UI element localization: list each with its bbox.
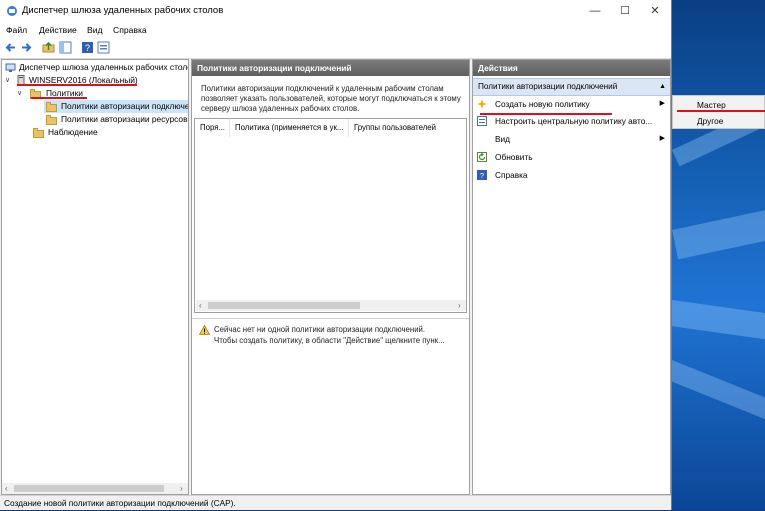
central-policy-icon (477, 116, 487, 126)
minimize-button[interactable]: — (580, 0, 610, 22)
show-hide-tree-icon[interactable] (59, 41, 72, 54)
submenu-arrow-icon: ▶ (659, 100, 665, 107)
action-label: Настроить центральную политику авто... (495, 116, 653, 126)
annotation-underline (31, 97, 87, 99)
results-header: Политики авторизации подключений (192, 60, 469, 76)
action-configure-central-policy[interactable]: Настроить центральную политику авто... (477, 113, 669, 129)
submenu-arrow-icon: ▶ (659, 135, 665, 142)
close-button[interactable]: ✕ (640, 0, 670, 22)
action-help[interactable]: ? Справка (477, 167, 669, 183)
folder-icon (33, 128, 44, 138)
warning-line-2: Чтобы создать политику, в области "Дейст… (214, 335, 445, 345)
tree-root-label: Диспетчер шлюза удаленных рабочих столов (19, 62, 189, 72)
column-user-groups[interactable]: Группы пользователей (349, 119, 467, 137)
action-label: Справка (495, 170, 528, 180)
menu-file[interactable]: Файл (6, 25, 27, 35)
new-policy-icon (477, 99, 487, 109)
properties-icon[interactable] (97, 41, 110, 54)
scroll-thumb[interactable] (208, 302, 360, 309)
warning-icon (199, 325, 210, 335)
gateway-app-icon (7, 6, 17, 16)
policy-list[interactable]: Поря... Политика (применяется в ук... Гр… (194, 118, 467, 313)
help-icon[interactable]: ? (81, 41, 94, 54)
tree-monitoring-label: Наблюдение (48, 127, 98, 137)
expand-arrow-icon[interactable]: ∨ (17, 87, 22, 100)
scroll-right-icon[interactable]: › (458, 300, 461, 311)
action-label: Обновить (495, 152, 533, 162)
up-folder-icon[interactable] (42, 41, 55, 54)
gateway-manager-window: Диспетчер шлюза удаленных рабочих столов… (0, 0, 672, 510)
actions-pane: Действия Политики авторизации подключени… (472, 59, 671, 495)
scroll-left-icon[interactable]: ‹ (5, 483, 8, 494)
action-label: Создать новую политику (495, 99, 590, 109)
create-policy-submenu: Мастер Другое (672, 95, 765, 129)
submenu-item-other[interactable]: Другое (673, 113, 765, 129)
annotation-underline (677, 110, 765, 112)
warning-text: Сейчас нет ни одной политики авторизации… (214, 325, 445, 346)
menu-view[interactable]: Вид (87, 25, 103, 35)
tree-rap-label: Политики авторизации ресурсов (61, 114, 188, 124)
actions-section-label: Политики авторизации подключений (478, 82, 618, 91)
tree-cap-label: Политики авторизации подключений (61, 101, 189, 111)
title-bar: Диспетчер шлюза удаленных рабочих столов… (0, 0, 671, 22)
status-bar: Создание новой политики авторизации подк… (0, 495, 671, 510)
menu-bar: Файл Действие Вид Справка (0, 22, 671, 38)
action-refresh[interactable]: Обновить (477, 149, 669, 165)
gateway-root-icon (5, 63, 16, 72)
annotation-underline (17, 84, 137, 86)
folder-icon (46, 102, 57, 112)
maximize-button[interactable]: ☐ (610, 0, 640, 22)
svg-text:?: ? (85, 43, 90, 53)
action-label: Вид (495, 134, 511, 144)
warning-area: Сейчас нет ни одной политики авторизации… (192, 318, 469, 496)
warning-line-1: Сейчас нет ни одной политики авторизации… (214, 325, 426, 334)
action-view[interactable]: Вид ▶ (477, 131, 669, 147)
scroll-left-icon[interactable]: ‹ (199, 300, 202, 311)
console-tree: Диспетчер шлюза удаленных рабочих столов… (1, 59, 189, 495)
collapse-arrow-icon[interactable]: ▲ (659, 79, 666, 95)
column-order[interactable]: Поря... (195, 119, 230, 137)
back-arrow-icon[interactable] (4, 41, 17, 54)
menu-action[interactable]: Действие (39, 25, 77, 35)
action-create-new-policy[interactable]: Создать новую политику ▶ (477, 96, 669, 112)
menu-help[interactable]: Справка (113, 25, 147, 35)
expand-arrow-icon[interactable]: ∨ (5, 74, 10, 87)
refresh-icon (477, 152, 487, 162)
toolbar: ? (0, 38, 671, 59)
desktop-background (672, 0, 765, 510)
results-pane: Политики авторизации подключений Политик… (191, 59, 470, 495)
tree-cap-selected[interactable]: Политики авторизации подключений (44, 100, 189, 113)
actions-header: Действия (473, 60, 670, 76)
list-horizontal-scrollbar[interactable]: ‹ › (196, 300, 466, 311)
window-title: Диспетчер шлюза удаленных рабочих столов (22, 5, 224, 16)
actions-section-cap[interactable]: Политики авторизации подключений ▲ (473, 78, 670, 96)
help-icon: ? (477, 170, 487, 180)
folder-icon (46, 115, 57, 125)
column-policy[interactable]: Политика (применяется в ук... (230, 119, 349, 137)
scroll-right-icon[interactable]: › (180, 483, 183, 494)
tree-horizontal-scrollbar[interactable]: ‹ › (2, 483, 188, 494)
forward-arrow-icon[interactable] (20, 41, 33, 54)
scroll-thumb[interactable] (14, 485, 164, 492)
svg-text:?: ? (480, 171, 484, 180)
results-description: Политики авторизации подключений к удале… (201, 84, 461, 113)
